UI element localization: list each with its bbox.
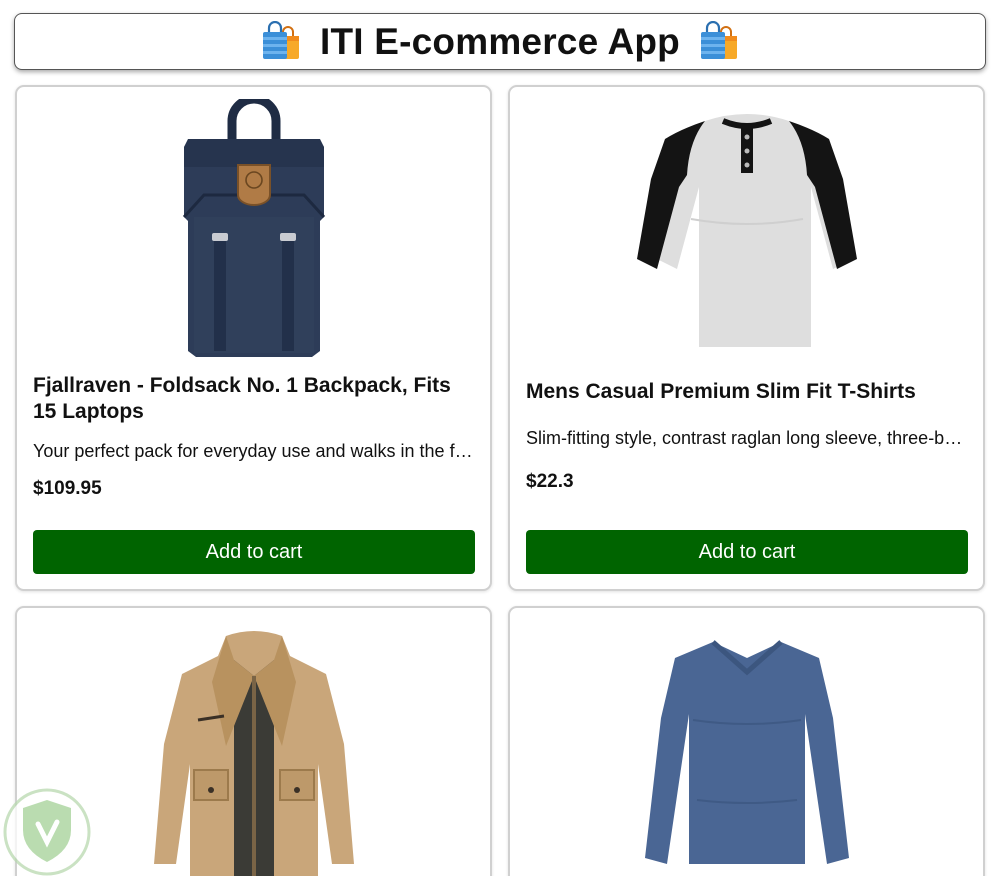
jacket-image bbox=[153, 631, 354, 876]
product-price: $109.95 bbox=[33, 478, 102, 499]
product-image bbox=[510, 620, 983, 876]
shopping-bags-icon bbox=[263, 20, 299, 59]
product-title: Mens Casual Premium Slim Fit T-Shirts bbox=[526, 380, 916, 403]
product-title: Fjallraven - Foldsack No. 1 Backpack, Fi… bbox=[33, 374, 451, 423]
app-title: ITI E-commerce App bbox=[320, 20, 680, 62]
product-card: Fjallraven - Foldsack No. 1 Backpack, Fi… bbox=[15, 85, 492, 591]
tshirt-image bbox=[636, 114, 857, 347]
backpack-image bbox=[182, 99, 325, 357]
add-to-cart-button[interactable]: Add to cart bbox=[526, 530, 968, 574]
product-image bbox=[17, 99, 490, 361]
app-header: ITI E-commerce App bbox=[14, 13, 986, 70]
long-sleeve-shirt-image bbox=[644, 640, 849, 864]
add-to-cart-button[interactable]: Add to cart bbox=[33, 530, 475, 574]
product-description: Slim-fitting style, contrast raglan long… bbox=[526, 428, 967, 448]
product-card: Mens Casual Premium Slim Fit T-Shirts Sl… bbox=[508, 85, 985, 591]
product-image bbox=[510, 99, 983, 361]
watermark-shield-logo bbox=[3, 788, 91, 876]
product-description: Your perfect pack for everyday use and w… bbox=[33, 441, 474, 461]
product-card bbox=[508, 606, 985, 876]
product-price: $22.3 bbox=[526, 471, 574, 492]
shopping-bags-icon bbox=[700, 20, 737, 59]
